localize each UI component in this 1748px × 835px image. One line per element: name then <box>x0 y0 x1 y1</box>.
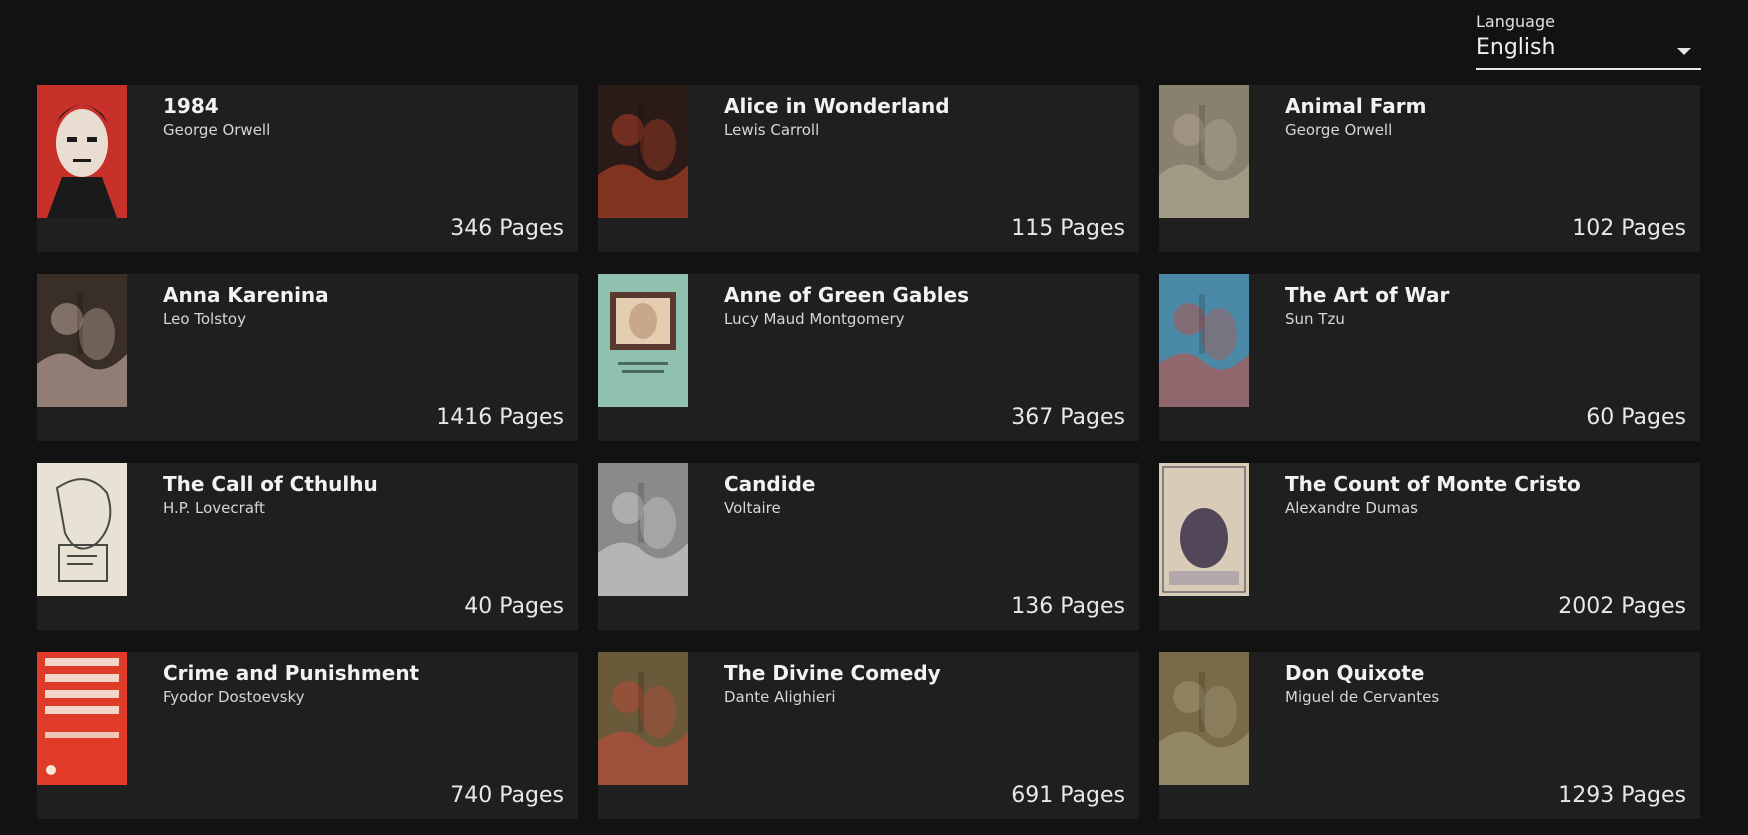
book-cover-image <box>37 85 127 218</box>
book-page-count: 367 Pages <box>1011 405 1125 430</box>
book-cover-image <box>37 463 127 596</box>
book-author: Miguel de Cervantes <box>1285 688 1440 706</box>
book-page-count: 40 Pages <box>464 594 564 619</box>
book-author: Dante Alighieri <box>724 688 836 706</box>
book-cover-image <box>598 85 688 218</box>
language-label: Language <box>1476 12 1555 31</box>
book-author: Lewis Carroll <box>724 121 820 139</box>
book-library-page: Language English 1984 George Orwell 346 Pa… <box>0 0 1748 835</box>
book-card[interactable]: Animal Farm George Orwell 102 Pages <box>1159 85 1700 252</box>
book-page-count: 115 Pages <box>1011 216 1125 241</box>
book-page-count: 346 Pages <box>450 216 564 241</box>
language-dropdown[interactable]: English <box>1476 32 1701 70</box>
book-title: Animal Farm <box>1285 94 1427 118</box>
book-cover-image <box>598 274 688 407</box>
book-card[interactable]: The Divine Comedy Dante Alighieri 691 Page… <box>598 652 1139 819</box>
book-title: Crime and Punishment <box>163 661 420 685</box>
book-card[interactable]: Candide Voltaire 136 Pages <box>598 463 1139 630</box>
book-page-count: 1293 Pages <box>1558 783 1686 808</box>
book-card[interactable]: Alice in Wonderland Lewis Carroll 115 Page… <box>598 85 1139 252</box>
book-title: The Art of War <box>1285 283 1450 307</box>
book-author: George Orwell <box>163 121 271 139</box>
book-cover-image <box>1159 85 1249 218</box>
chevron-down-icon <box>1677 48 1691 55</box>
book-title: Candide <box>724 472 816 496</box>
book-card[interactable]: The Art of War Sun Tzu 60 Pages <box>1159 274 1700 441</box>
book-page-count: 60 Pages <box>1586 405 1686 430</box>
book-page-count: 691 Pages <box>1011 783 1125 808</box>
book-card[interactable]: Anna Karenina Leo Tolstoy 1416 Pages <box>37 274 578 441</box>
book-cover-image <box>1159 463 1249 596</box>
book-cover-image <box>37 274 127 407</box>
book-title: Alice in Wonderland <box>724 94 950 118</box>
book-cover-image <box>1159 274 1249 407</box>
book-card[interactable]: Don Quixote Miguel de Cervantes 1293 Pages <box>1159 652 1700 819</box>
book-author: George Orwell <box>1285 121 1393 139</box>
book-page-count: 740 Pages <box>450 783 564 808</box>
book-cover-image <box>598 652 688 785</box>
book-author: Sun Tzu <box>1285 310 1345 328</box>
book-title: Don Quixote <box>1285 661 1425 685</box>
book-page-count: 2002 Pages <box>1558 594 1686 619</box>
book-cover-image <box>1159 652 1249 785</box>
book-page-count: 1416 Pages <box>436 405 564 430</box>
book-author: Lucy Maud Montgomery <box>724 310 905 328</box>
book-page-count: 102 Pages <box>1572 216 1686 241</box>
book-card[interactable]: The Call of Cthulhu H.P. Lovecraft 40 Page… <box>37 463 578 630</box>
book-grid: 1984 George Orwell 346 Pages Alice in Wond… <box>37 85 1700 819</box>
book-cover-image <box>598 463 688 596</box>
language-value: English <box>1476 35 1556 60</box>
book-author: Leo Tolstoy <box>163 310 246 328</box>
book-card[interactable]: The Count of Monte Cristo Alexandre Dumas… <box>1159 463 1700 630</box>
book-title: The Call of Cthulhu <box>163 472 378 496</box>
book-page-count: 136 Pages <box>1011 594 1125 619</box>
book-author: H.P. Lovecraft <box>163 499 265 517</box>
book-card[interactable]: 1984 George Orwell 346 Pages <box>37 85 578 252</box>
book-title: 1984 <box>163 94 219 118</box>
language-selector: Language English <box>1476 12 1701 70</box>
book-card[interactable]: Crime and Punishment Fyodor Dostoevsky 740… <box>37 652 578 819</box>
book-card[interactable]: Anne of Green Gables Lucy Maud Montgomery… <box>598 274 1139 441</box>
book-author: Alexandre Dumas <box>1285 499 1419 517</box>
book-title: The Count of Monte Cristo <box>1285 472 1581 496</box>
book-author: Voltaire <box>724 499 781 517</box>
book-title: Anne of Green Gables <box>724 283 970 307</box>
book-cover-image <box>37 652 127 785</box>
book-title: The Divine Comedy <box>724 661 941 685</box>
book-title: Anna Karenina <box>163 283 329 307</box>
book-author: Fyodor Dostoevsky <box>163 688 305 706</box>
